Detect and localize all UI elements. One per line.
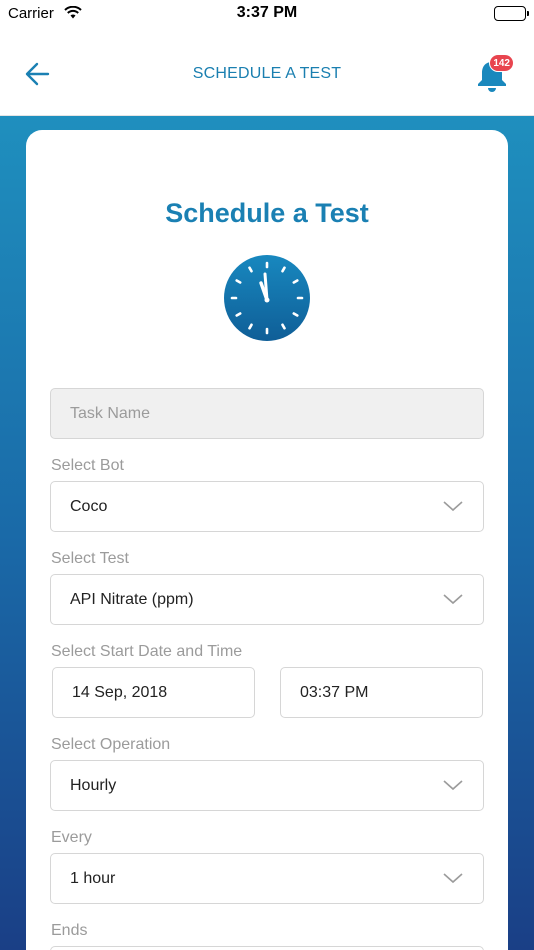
select-test-value: API Nitrate (ppm) xyxy=(70,591,194,608)
select-bot-label: Select Bot xyxy=(51,457,124,474)
status-time: 3:37 PM xyxy=(236,4,298,21)
select-operation-dropdown[interactable]: Hourly xyxy=(50,760,484,811)
page-title: SCHEDULE A TEST xyxy=(192,65,342,82)
select-test-dropdown[interactable]: API Nitrate (ppm) xyxy=(50,574,484,625)
battery-icon xyxy=(494,6,529,21)
chevron-down-icon xyxy=(443,594,463,605)
every-dropdown[interactable]: 1 hour xyxy=(50,853,484,904)
every-value: 1 hour xyxy=(70,870,116,887)
schedule-form-card: Schedule a Test Task Name Select Bot Coc… xyxy=(26,130,508,950)
form-heading: Schedule a Test xyxy=(165,198,369,228)
start-date-field[interactable]: 14 Sep, 2018 xyxy=(52,667,255,718)
chevron-down-icon xyxy=(443,873,463,884)
ends-dropdown[interactable] xyxy=(50,946,484,950)
task-name-input[interactable]: Task Name xyxy=(50,388,484,439)
navigation-bar: SCHEDULE A TEST 142 xyxy=(0,30,534,116)
select-operation-label: Select Operation xyxy=(51,736,171,753)
status-bar: Carrier 3:37 PM xyxy=(0,0,534,30)
clock-icon xyxy=(224,255,310,341)
start-date-time-label: Select Start Date and Time xyxy=(51,643,243,660)
select-test-label: Select Test xyxy=(51,550,129,567)
chevron-down-icon xyxy=(443,780,463,791)
ends-label: Ends xyxy=(51,922,88,939)
chevron-down-icon xyxy=(443,501,463,512)
select-bot-value: Coco xyxy=(70,498,108,515)
notification-badge: 142 xyxy=(489,54,514,72)
select-operation-value: Hourly xyxy=(70,777,117,794)
select-bot-dropdown[interactable]: Coco xyxy=(50,481,484,532)
start-time-field[interactable]: 03:37 PM xyxy=(280,667,483,718)
every-label: Every xyxy=(51,829,92,846)
